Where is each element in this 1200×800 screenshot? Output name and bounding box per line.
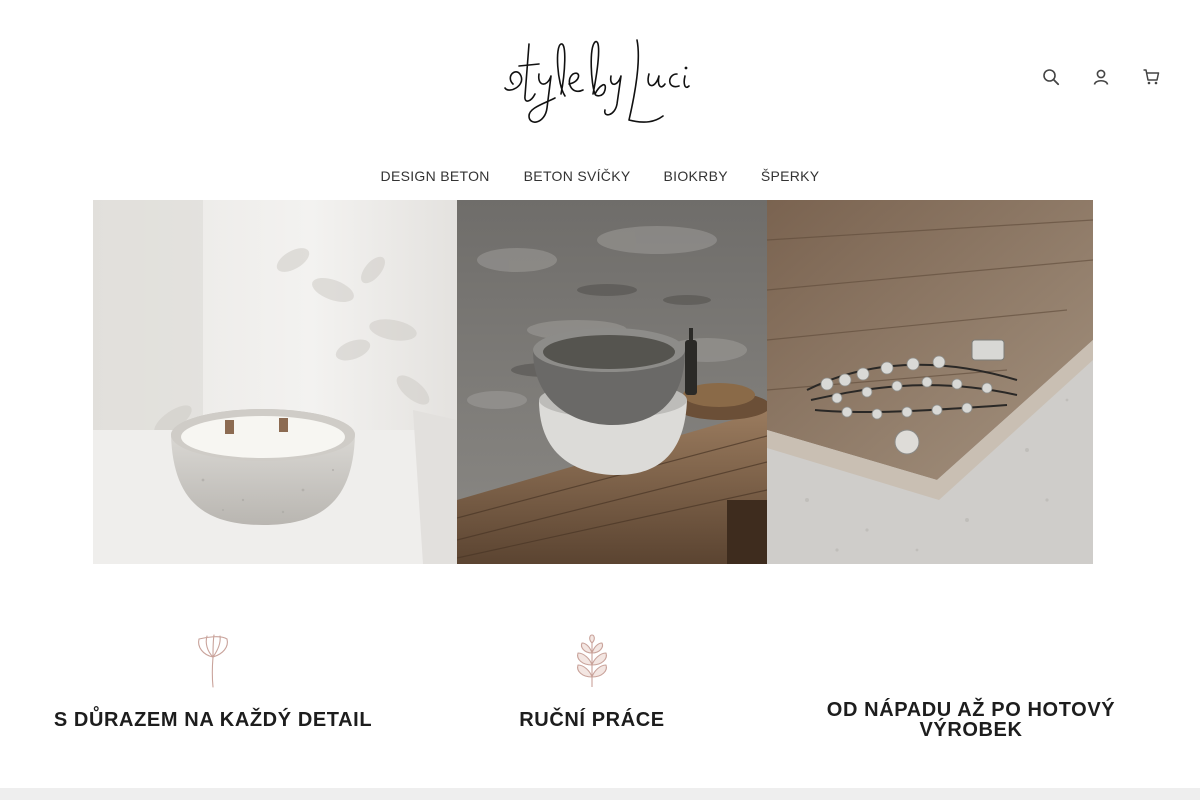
search-icon[interactable] — [1040, 66, 1062, 88]
cart-icon[interactable] — [1140, 66, 1162, 88]
leaf-icon — [402, 632, 782, 692]
flower-icon — [23, 632, 403, 692]
concrete-bowls-image[interactable] — [457, 200, 767, 564]
main-nav: DESIGN BETON BETON SVÍČKY BIOKRBY ŠPERKY — [0, 168, 1200, 184]
feature-title: RUČNÍ PRÁCE — [519, 709, 665, 731]
nav-item-sperky[interactable]: ŠPERKY — [761, 168, 820, 184]
nav-item-biokrby[interactable]: BIOKRBY — [664, 168, 728, 184]
feature-detail: S DŮRAZEM NA KAŽDÝ DETAIL — [23, 632, 403, 730]
nav-item-beton-svicky[interactable]: BETON SVÍČKY — [524, 168, 631, 184]
feature-handmade: RUČNÍ PRÁCE — [402, 632, 782, 730]
feature-idea-to-product: OD NÁPADU AŽ PO HOTOVÝ VÝROBEK — [781, 700, 1161, 740]
site-logo[interactable] — [495, 24, 695, 128]
feature-title: S DŮRAZEM NA KAŽDÝ DETAIL — [53, 709, 373, 731]
nav-item-design-beton[interactable]: DESIGN BETON — [381, 168, 490, 184]
logo-script — [504, 39, 690, 123]
user-icon[interactable] — [1090, 66, 1112, 88]
concrete-candle-image[interactable] — [93, 200, 457, 564]
footer-strip — [0, 788, 1200, 800]
hero-gallery — [93, 200, 1093, 564]
silver-bracelet-image[interactable] — [767, 200, 1093, 564]
header-icons — [1040, 66, 1162, 88]
feature-title: OD NÁPADU AŽ PO HOTOVÝ VÝROBEK — [826, 699, 1116, 741]
page: DESIGN BETON BETON SVÍČKY BIOKRBY ŠPERKY — [0, 0, 1200, 800]
